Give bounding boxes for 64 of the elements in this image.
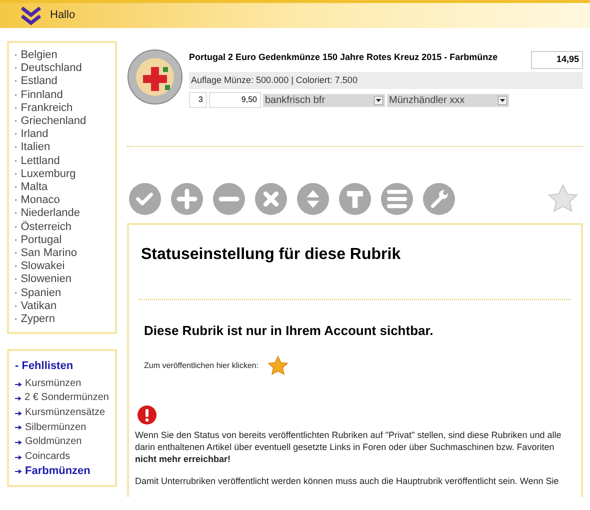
details-text: Auflage Münze: 500.000 | Coloriert: 7.500 — [189, 72, 583, 89]
minus-icon[interactable] — [213, 183, 245, 215]
star-icon[interactable] — [547, 183, 579, 215]
wrench-icon[interactable] — [423, 183, 455, 215]
country-link[interactable]: · Österreich — [14, 220, 110, 234]
country-link[interactable]: · Zypern — [14, 313, 110, 326]
price-field[interactable]: 14,95 — [531, 51, 583, 68]
country-link[interactable]: · Vatikan — [14, 300, 110, 314]
country-link[interactable]: · Frankreich — [14, 102, 110, 116]
arrow-icon — [15, 440, 22, 445]
condition-dropdown[interactable]: bankfrisch bfr — [263, 94, 385, 106]
visibility-message: Diese Rubrik ist nur in Ihrem Account sichtbar. — [143, 322, 434, 340]
list-link[interactable]: Silbermünzen — [25, 422, 86, 434]
note-text: Damit Unterrubriken veröffentlicht werden können muss auch die Hauptrubrik veröffentlicht sein. Wenn Sie — [135, 474, 560, 486]
dropdown-arrow-icon — [374, 96, 383, 104]
country-link[interactable]: · Slowakei — [14, 260, 110, 274]
country-link[interactable]: · Irland — [14, 128, 110, 142]
country-link[interactable]: · Niederlande — [14, 207, 110, 221]
list-link[interactable]: Coincards — [25, 450, 70, 464]
close-icon[interactable] — [255, 183, 287, 215]
chevron-icon[interactable] — [20, 6, 42, 26]
country-link[interactable]: · Belgien — [14, 49, 110, 62]
list-link[interactable]: Goldmünzen — [25, 436, 82, 449]
star-icon[interactable] — [266, 354, 289, 376]
country-link[interactable]: · Lettland — [14, 154, 110, 168]
list-link[interactable]: Kursmünzensätze — [25, 406, 106, 420]
country-link[interactable]: · Malta — [14, 181, 110, 194]
dealer-dropdown[interactable]: Münzhändler xxx — [387, 94, 509, 106]
check-icon[interactable] — [129, 183, 161, 215]
greeting-text: Hallo — [50, 8, 76, 24]
status-heading: Statuseinstellung für diese Rubrik — [141, 245, 402, 265]
country-link[interactable]: · San Marino — [14, 247, 110, 260]
list-link[interactable]: Kursmünzen — [25, 378, 82, 390]
country-link[interactable]: · Monaco — [14, 194, 110, 208]
list-link[interactable]: Farbmünzen — [25, 465, 90, 478]
arrow-icon — [15, 396, 22, 402]
sort-icon[interactable] — [297, 183, 329, 215]
warning-icon — [137, 404, 157, 424]
country-link[interactable]: · Portugal — [14, 234, 110, 248]
arrow-icon — [15, 469, 22, 474]
list-link[interactable]: 2 € Sondermünzen — [24, 392, 109, 405]
quantity-field[interactable]: 3 — [189, 92, 207, 108]
country-link[interactable]: · Deutschland — [14, 62, 110, 76]
country-link[interactable]: · Griechenland — [14, 115, 110, 128]
arrow-icon — [15, 382, 22, 387]
arrow-icon — [15, 410, 22, 416]
publish-label: Zum veröffentlichen hier klicken: — [144, 360, 259, 372]
country-link[interactable]: · Spanien — [14, 286, 110, 300]
text-icon[interactable] — [339, 183, 371, 215]
country-link[interactable]: · Slowenien — [14, 273, 110, 287]
plus-icon[interactable] — [171, 183, 203, 215]
dropdown-arrow-icon — [498, 96, 507, 104]
country-link[interactable]: · Italien — [14, 141, 110, 155]
buy-price-field[interactable]: 9,50 — [209, 92, 261, 108]
country-link[interactable]: · Luxemburg — [14, 168, 110, 182]
arrow-icon — [15, 425, 22, 430]
product-title: Portugal 2 Euro Gedenkmünze 150 Jahre Rotes Kreuz 2015 - Farbmünze — [189, 51, 498, 64]
list-icon[interactable] — [381, 183, 413, 215]
lists-heading: - Fehllisten — [15, 359, 74, 374]
arrow-icon — [15, 454, 22, 460]
country-link[interactable]: · Estland — [14, 75, 110, 89]
country-link[interactable]: · Finnland — [14, 88, 110, 102]
coin-drawing — [127, 49, 183, 105]
warning-text: Wenn Sie den Status von bereits veröffentlichten Rubriken auf "Privat" stellen, sind diese Rubriken und alle darin enthaltenen Artikel über eventuell gesetzte Links in Foren oder über Suchmaschinen bzw. Favoriten nicht mehr erreichbar! — [135, 428, 562, 464]
